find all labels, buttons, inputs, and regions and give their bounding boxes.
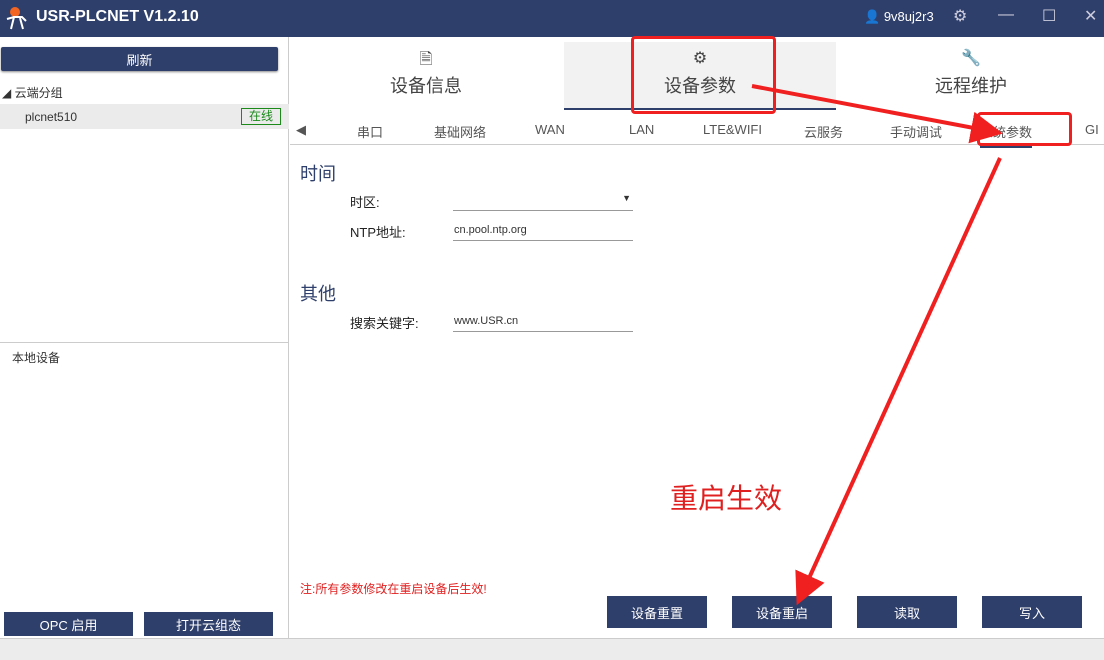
status-bar	[0, 638, 1104, 660]
annotation-arrows	[751, 84, 1003, 606]
arrow-to-system-tab	[751, 84, 1003, 144]
arrow-to-restart-button	[795, 157, 1002, 606]
